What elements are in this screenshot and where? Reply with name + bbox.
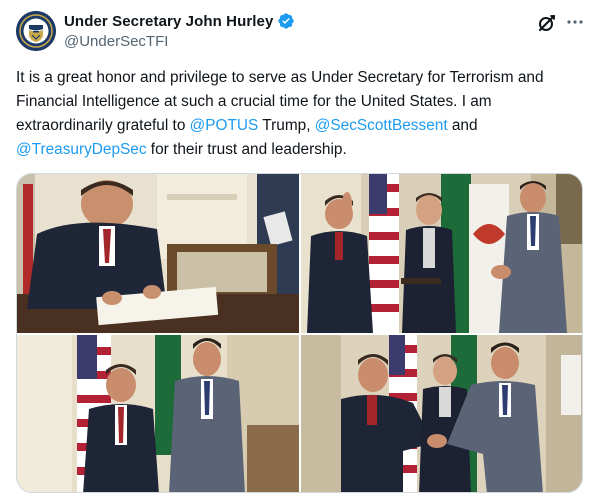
mention-treasurydepsec[interactable]: @TreasuryDepSec [16,141,147,158]
verified-badge-icon [278,13,295,29]
mention-secscottbessent[interactable]: @SecScottBessent [315,117,448,134]
mention-potus[interactable]: @POTUS [190,117,259,134]
portrait-photo [17,335,299,492]
media-photo-3[interactable] [17,335,299,492]
media-photo-2[interactable] [301,174,582,333]
media-photo-1[interactable] [17,174,299,333]
tweet-text-segment: and [447,117,478,134]
more-horizontal-icon [567,20,583,24]
media-photo-4[interactable] [301,335,582,492]
grok-icon [538,14,556,32]
tweet-card: Under Secretary John Hurley @UnderSecTFI… [0,0,598,493]
media-grid [16,173,583,493]
author-handle[interactable]: @UnderSecTFI [64,33,168,50]
author-name-row: Under Secretary John Hurley [64,12,295,30]
more-options-button[interactable] [564,12,586,34]
signing-photo [17,174,299,333]
handshake-photo [301,335,582,492]
tweet-text: It is a great honor and privilege to ser… [16,66,586,162]
tweet-text-segment: for their trust and leadership. [146,141,347,158]
author-display-name[interactable]: Under Secretary John Hurley [64,13,273,30]
grok-button[interactable] [536,12,558,34]
treasury-seal-icon [16,11,56,51]
swearing-in-photo [301,174,582,333]
tweet-text-segment: Trump, [258,117,315,134]
avatar[interactable] [16,11,56,51]
